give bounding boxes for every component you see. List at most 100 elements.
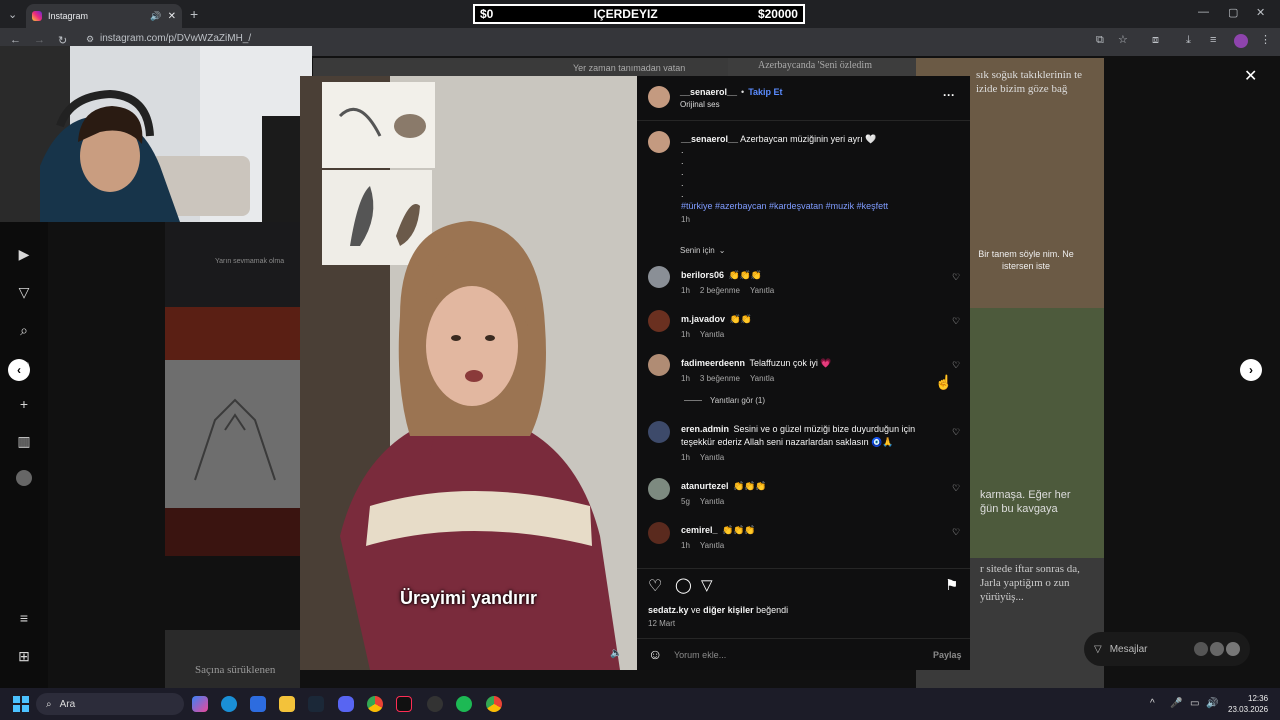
chrome-icon[interactable]	[367, 696, 383, 712]
close-modal-icon[interactable]: ✕	[1244, 66, 1257, 86]
comment-username[interactable]: atanurtezel	[681, 481, 729, 491]
comment-username[interactable]: cemirel_	[681, 525, 718, 535]
create-icon[interactable]: +	[16, 396, 32, 412]
reply-button[interactable]: Yanıtla	[700, 496, 724, 508]
like-comment-icon[interactable]: ♡	[952, 527, 960, 538]
save-bookmark-icon[interactable]: ⚑	[945, 576, 958, 594]
audio-label[interactable]: Orijinal ses	[680, 100, 720, 109]
bg-tile-top[interactable]: Yer zaman tanımadan vatan	[313, 58, 728, 76]
share-icon[interactable]: ▽	[701, 576, 713, 594]
comment-icon[interactable]: ◯	[675, 576, 692, 594]
like-comment-icon[interactable]: ♡	[952, 360, 960, 371]
reels-icon[interactable]: ▶	[16, 246, 32, 262]
author-avatar[interactable]	[648, 86, 670, 108]
comment-input[interactable]: Yorum ekle...	[674, 650, 726, 660]
chrome-active-icon[interactable]	[486, 696, 502, 712]
new-tab-icon[interactable]: +	[190, 6, 198, 22]
forward-icon[interactable]: →	[34, 34, 45, 46]
like-post-icon[interactable]: ♡	[648, 576, 662, 596]
like-comment-icon[interactable]: ♡	[952, 483, 960, 494]
comment-username[interactable]: eren.admin	[681, 424, 729, 434]
bg-tile[interactable]: Yarın sevmamak olma	[165, 222, 300, 307]
search-icon[interactable]: ⌕	[16, 322, 32, 338]
browser-menu-icon[interactable]: ⋮	[1260, 33, 1271, 46]
follow-button[interactable]: Takip Et	[748, 87, 782, 97]
tab-list-icon[interactable]: ⌄	[8, 8, 17, 21]
edge-icon[interactable]	[221, 696, 237, 712]
commenter-avatar[interactable]	[648, 522, 670, 544]
comment-likes[interactable]: 2 beğenme	[700, 285, 740, 297]
network-icon[interactable]: ▭	[1190, 698, 1199, 709]
author-username[interactable]: __senaerol__	[680, 87, 737, 97]
post-comment-button[interactable]: Paylaş	[933, 650, 962, 660]
commenter-avatar[interactable]	[648, 310, 670, 332]
spotify-icon[interactable]	[456, 696, 472, 712]
reply-button[interactable]: Yanıtla	[750, 373, 774, 385]
view-replies-button[interactable]: Yanıtları gör (1)	[684, 396, 765, 405]
steam-icon[interactable]	[308, 696, 324, 712]
store-icon[interactable]	[250, 696, 266, 712]
reply-button[interactable]: Yanıtla	[700, 329, 724, 341]
more-menu-icon[interactable]: ≡	[16, 610, 32, 626]
bg-tile[interactable]	[165, 508, 300, 556]
site-info-icon[interactable]: ⚙	[86, 34, 94, 45]
commenter-avatar[interactable]	[648, 421, 670, 443]
commenter-avatar[interactable]	[648, 354, 670, 376]
other-likers-link[interactable]: diğer kişiler	[703, 605, 754, 615]
bg-tile-top[interactable]: Azerbaycanda 'Seni özledim	[728, 58, 916, 76]
caption-author-avatar[interactable]	[648, 131, 670, 153]
liker-username[interactable]: sedatz.ky	[648, 605, 689, 615]
next-post-button[interactable]: ›	[1240, 359, 1262, 381]
comment-username[interactable]: fadimeerdeenn	[681, 358, 745, 368]
bg-tile-sketch[interactable]	[165, 360, 300, 508]
reel-video[interactable]: Ürəyimi yandırır 🔈	[300, 76, 637, 670]
close-window-icon[interactable]: ✕	[1256, 6, 1265, 19]
maximize-icon[interactable]: ▢	[1228, 6, 1238, 19]
bookmark-star-icon[interactable]: ☆	[1118, 33, 1128, 46]
start-menu-icon[interactable]	[13, 696, 29, 712]
like-comment-icon[interactable]: ♡	[952, 316, 960, 327]
reading-list-icon[interactable]: ≡	[1210, 34, 1216, 46]
more-options-icon[interactable]: ···	[943, 88, 955, 102]
taskbar-search[interactable]: ⌕ Ara	[36, 693, 184, 715]
discord-icon[interactable]	[338, 696, 354, 712]
reply-button[interactable]: Yanıtla	[750, 285, 774, 297]
file-explorer-icon[interactable]	[279, 696, 295, 712]
download-icon[interactable]: ⤓	[1186, 34, 1191, 47]
profile-avatar[interactable]	[1234, 34, 1248, 48]
microphone-icon[interactable]: 🎤	[1170, 698, 1182, 709]
emoji-picker-icon[interactable]: ☺	[648, 646, 662, 662]
direct-messages-icon[interactable]: ▽	[16, 284, 32, 300]
taskbar-clock[interactable]: 12:36 23.03.2026	[1228, 693, 1268, 715]
install-app-icon[interactable]: ⧉	[1096, 34, 1104, 47]
profile-icon[interactable]	[16, 470, 32, 486]
sort-dropdown[interactable]: Senin için ⌄	[680, 246, 725, 255]
caption-hashtags[interactable]: #türkiye #azerbaycan #kardeşvatan #muzik…	[681, 200, 941, 212]
like-comment-icon[interactable]: ♡	[952, 427, 960, 438]
dashboard-icon[interactable]: ▥	[16, 433, 32, 449]
messages-button[interactable]: ▽ Mesajlar	[1084, 632, 1250, 666]
caption-username[interactable]: __senaerol__	[681, 134, 738, 144]
mute-toggle-icon[interactable]: 🔈	[610, 648, 622, 659]
back-icon[interactable]: ←	[10, 34, 21, 46]
like-comment-icon[interactable]: ♡	[952, 272, 960, 283]
copilot-icon[interactable]	[192, 696, 208, 712]
volume-icon[interactable]: 🔊	[1206, 698, 1218, 709]
comment-username[interactable]: berilors06	[681, 270, 724, 280]
obs-icon[interactable]	[427, 696, 443, 712]
speaker-icon[interactable]: 🔊	[150, 11, 161, 22]
minimize-icon[interactable]: —	[1198, 6, 1209, 18]
threads-apps-icon[interactable]: ⊞	[16, 648, 32, 664]
tray-expand-icon[interactable]: ^	[1150, 698, 1155, 709]
reply-button[interactable]: Yanıtla	[700, 540, 724, 552]
bg-tile[interactable]: Saçına sürüklenen	[165, 630, 300, 688]
commenter-avatar[interactable]	[648, 478, 670, 500]
previous-post-button[interactable]: ‹	[8, 359, 30, 381]
reply-button[interactable]: Yanıtla	[700, 452, 724, 464]
comment-username[interactable]: m.javadov	[681, 314, 725, 324]
tab-instagram[interactable]: Instagram 🔊 ✕	[26, 4, 182, 28]
commenter-avatar[interactable]	[648, 266, 670, 288]
comment-likes[interactable]: 3 beğenme	[700, 373, 740, 385]
tiktok-icon[interactable]	[396, 696, 412, 712]
close-tab-icon[interactable]: ✕	[168, 11, 176, 22]
